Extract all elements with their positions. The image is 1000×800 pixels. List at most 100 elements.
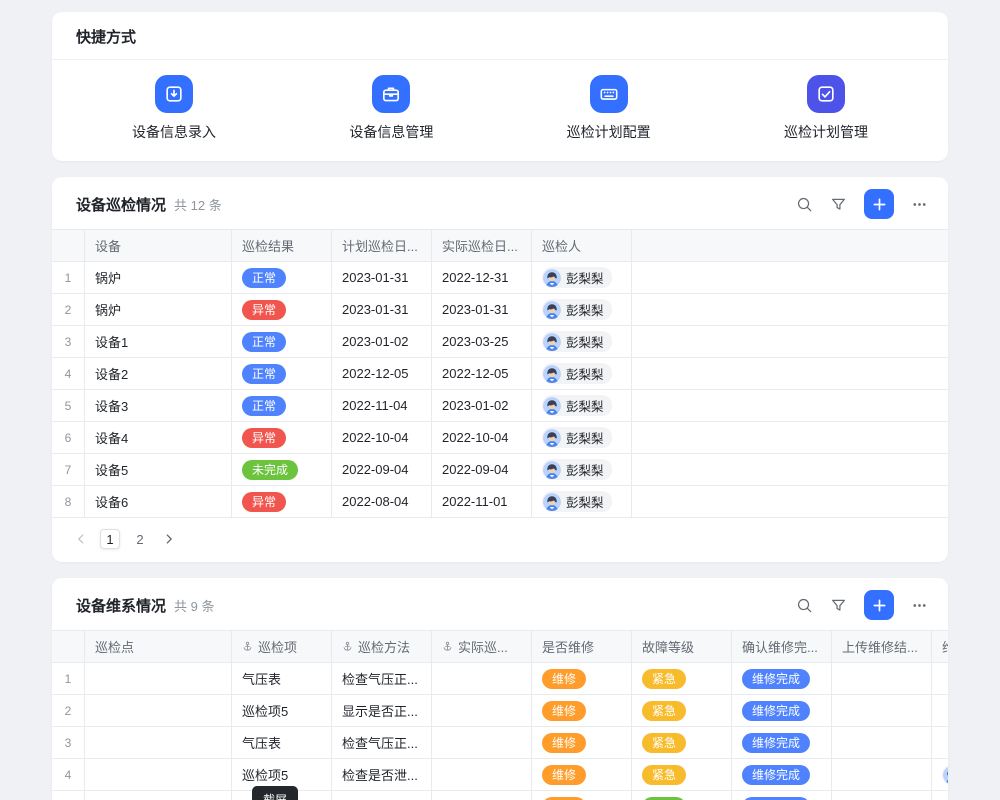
table-cell[interactable]: 2022-10-04 — [332, 422, 432, 453]
table-cell[interactable] — [932, 695, 948, 726]
table-cell[interactable]: 彭梨梨 — [532, 262, 632, 293]
column-header[interactable]: 巡检方法 — [332, 631, 432, 662]
column-header[interactable]: 计划巡检日... — [332, 230, 432, 261]
table-cell[interactable] — [832, 791, 932, 800]
table-cell[interactable]: 2022-08-04 — [332, 486, 432, 517]
table-cell[interactable]: 检查是否泄... — [332, 759, 432, 790]
table-cell[interactable]: 2023-01-02 — [332, 326, 432, 357]
table-cell[interactable]: 锅炉 — [85, 294, 232, 325]
table-cell[interactable]: 维修 — [532, 791, 632, 800]
table-cell[interactable]: 维修 — [532, 695, 632, 726]
column-header[interactable]: 故障等级 — [632, 631, 732, 662]
table-cell[interactable]: 紧急 — [632, 663, 732, 694]
more-icon[interactable] — [911, 196, 928, 213]
table-cell[interactable] — [832, 695, 932, 726]
table-cell[interactable] — [932, 727, 948, 758]
table-cell[interactable]: 2023-01-02 — [432, 390, 532, 421]
row-number[interactable]: 4 — [52, 358, 85, 389]
table-cell[interactable] — [85, 791, 232, 800]
table-cell[interactable]: 正常 — [232, 390, 332, 421]
table-cell[interactable]: 彭梨梨 — [532, 326, 632, 357]
table-cell[interactable]: 彭梨梨 — [532, 358, 632, 389]
column-header[interactable]: 是否维修 — [532, 631, 632, 662]
table-cell[interactable]: 2022-10-04 — [432, 422, 532, 453]
table-cell[interactable]: 2022-09-04 — [432, 454, 532, 485]
table-cell[interactable]: 设备3 — [85, 390, 232, 421]
table-cell[interactable]: 彭梨梨 — [532, 486, 632, 517]
table-cell[interactable] — [85, 759, 232, 790]
table-cell[interactable] — [932, 791, 948, 800]
table-cell[interactable]: 设备5 — [85, 454, 232, 485]
table-cell[interactable] — [832, 759, 932, 790]
row-number[interactable]: 2 — [52, 695, 85, 726]
add-record-button[interactable] — [864, 590, 894, 620]
row-number[interactable]: 8 — [52, 486, 85, 517]
table-cell[interactable] — [85, 727, 232, 758]
shortcut-item[interactable]: 设备信息管理 — [349, 75, 433, 142]
table-cell[interactable]: 2022-12-05 — [332, 358, 432, 389]
add-record-button[interactable] — [864, 189, 894, 219]
table-cell[interactable]: 正常 — [232, 262, 332, 293]
table-cell[interactable]: 彭梨梨 — [532, 390, 632, 421]
table-cell[interactable]: 2023-01-31 — [332, 294, 432, 325]
table-cell[interactable]: 维修 — [532, 663, 632, 694]
table-cell[interactable]: 异常 — [232, 294, 332, 325]
table-cell[interactable]: 气压表 — [232, 727, 332, 758]
table-cell[interactable]: 维修完成 — [732, 695, 832, 726]
row-number[interactable]: 1 — [52, 262, 85, 293]
shortcut-item[interactable]: 设备信息录入 — [132, 75, 216, 142]
table-cell[interactable] — [832, 727, 932, 758]
table-cell[interactable]: 2022-11-01 — [432, 486, 532, 517]
column-header[interactable]: 巡检人 — [532, 230, 632, 261]
table-cell[interactable] — [432, 663, 532, 694]
table-cell[interactable]: 2022-11-04 — [332, 390, 432, 421]
table-cell[interactable]: 正常 — [232, 326, 332, 357]
page-number[interactable]: 2 — [130, 529, 150, 549]
row-number[interactable]: 6 — [52, 422, 85, 453]
prev-page-icon[interactable] — [74, 532, 88, 546]
table-cell[interactable]: 显示是否正... — [332, 791, 432, 800]
table-cell[interactable] — [432, 759, 532, 790]
table-cell[interactable] — [85, 695, 232, 726]
shortcut-item[interactable]: 巡检计划管理 — [784, 75, 868, 142]
table-cell[interactable]: 设备6 — [85, 486, 232, 517]
more-icon[interactable] — [911, 597, 928, 614]
table-cell[interactable] — [432, 791, 532, 800]
row-number[interactable]: 5 — [52, 390, 85, 421]
filter-icon[interactable] — [830, 597, 847, 614]
filter-icon[interactable] — [830, 196, 847, 213]
page-number[interactable]: 1 — [100, 529, 120, 549]
table-cell[interactable]: 检查气压正... — [332, 727, 432, 758]
table-cell[interactable]: 一般 — [632, 791, 732, 800]
shortcut-item[interactable]: 巡检计划配置 — [567, 75, 651, 142]
table-cell[interactable]: 设备2 — [85, 358, 232, 389]
column-header[interactable]: 巡检点 — [85, 631, 232, 662]
table-cell[interactable]: 维修 — [532, 727, 632, 758]
row-number[interactable]: 1 — [52, 663, 85, 694]
table-cell[interactable] — [432, 695, 532, 726]
table-cell[interactable] — [432, 727, 532, 758]
table-cell[interactable] — [932, 663, 948, 694]
table-cell[interactable]: 彭梨梨 — [532, 422, 632, 453]
table-cell[interactable]: 设备4 — [85, 422, 232, 453]
row-number[interactable]: 3 — [52, 727, 85, 758]
table-cell[interactable]: 巡检项5 — [232, 695, 332, 726]
table-cell[interactable]: 2022-12-31 — [432, 262, 532, 293]
column-header[interactable]: 上传维修结... — [832, 631, 932, 662]
table-cell[interactable]: 2022-09-04 — [332, 454, 432, 485]
table-cell[interactable]: 显示是否正... — [332, 695, 432, 726]
row-number[interactable]: 7 — [52, 454, 85, 485]
table-cell[interactable]: 检查气压正... — [332, 663, 432, 694]
table-cell[interactable] — [832, 663, 932, 694]
table-cell[interactable]: 未完成 — [232, 454, 332, 485]
column-header[interactable]: 设备 — [85, 230, 232, 261]
table-cell[interactable]: 2022-12-05 — [432, 358, 532, 389]
table-cell[interactable]: 紧急 — [632, 695, 732, 726]
table-cell[interactable] — [85, 663, 232, 694]
column-header[interactable]: 维 — [932, 631, 948, 662]
row-number[interactable]: 3 — [52, 326, 85, 357]
table-cell[interactable]: 维修完成 — [732, 727, 832, 758]
table-cell[interactable]: 正常 — [232, 358, 332, 389]
table-cell[interactable]: 设备1 — [85, 326, 232, 357]
row-number[interactable]: 2 — [52, 294, 85, 325]
